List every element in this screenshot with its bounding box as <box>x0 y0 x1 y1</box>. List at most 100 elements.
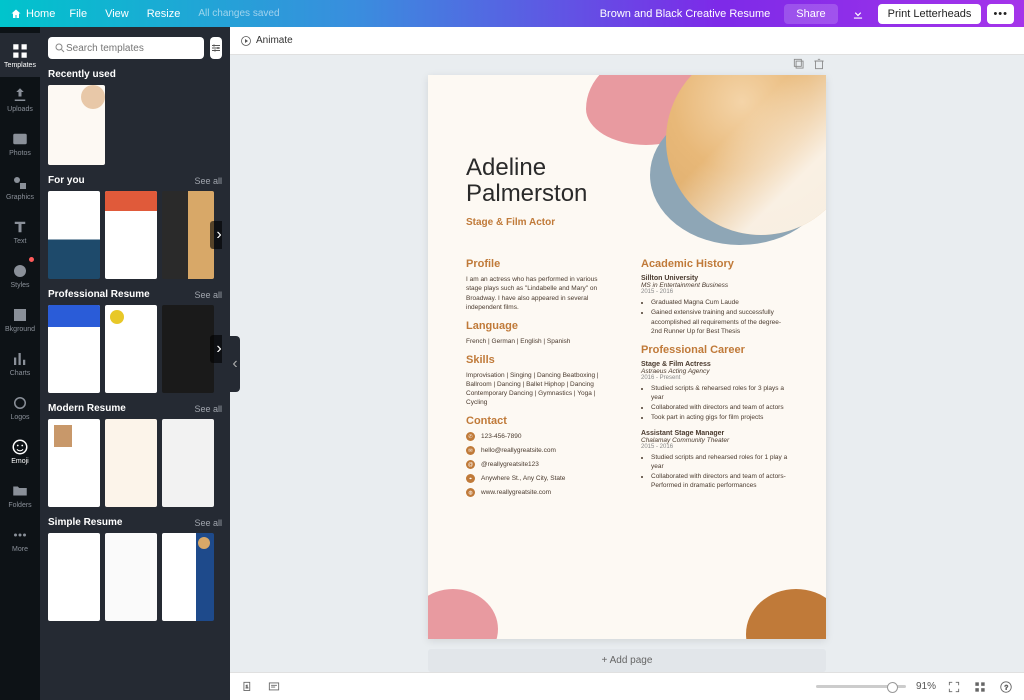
email-icon: ✉ <box>466 446 475 455</box>
template-thumb[interactable] <box>162 419 214 507</box>
fullscreen-icon <box>947 680 961 694</box>
filter-button[interactable] <box>210 37 222 59</box>
download-button[interactable] <box>846 4 870 24</box>
section-title: For you <box>48 175 85 186</box>
top-menu-bar: Home File View Resize All changes saved … <box>0 0 1024 27</box>
template-thumb[interactable] <box>105 419 157 507</box>
phone-icon: ✆ <box>466 432 475 441</box>
resize-menu[interactable]: Resize <box>147 8 181 20</box>
graphics-icon <box>11 174 29 192</box>
share-button[interactable]: Share <box>784 4 837 24</box>
add-page-button[interactable]: + Add page <box>428 649 826 672</box>
resume-page[interactable]: AdelinePalmerston Stage & Film Actor Pro… <box>428 75 826 639</box>
academic-school: Sillton University <box>641 275 790 282</box>
section-title: Modern Resume <box>48 403 126 414</box>
notes-icon <box>267 680 281 694</box>
grid-view-button[interactable] <box>972 679 988 695</box>
charts-icon <box>11 350 29 368</box>
contact-heading: Contact <box>466 415 615 427</box>
academic-bullets: Graduated Magna Cum Laude Gained extensi… <box>641 298 790 335</box>
print-button[interactable]: Print Letterheads <box>878 4 982 24</box>
zoom-label: 91% <box>916 681 936 692</box>
rail-photos[interactable]: Photos <box>0 121 40 165</box>
template-thumb[interactable] <box>48 85 105 165</box>
help-button[interactable]: ? <box>998 679 1014 695</box>
at-icon: @ <box>466 460 475 469</box>
carousel-next[interactable]: › <box>210 221 222 249</box>
document-title[interactable]: Brown and Black Creative Resume <box>600 8 771 20</box>
canvas-scroll[interactable]: AdelinePalmerston Stage & Film Actor Pro… <box>230 55 1024 672</box>
template-thumb[interactable] <box>105 305 157 393</box>
rail-templates[interactable]: Templates <box>0 33 40 77</box>
zoom-slider[interactable] <box>816 685 906 688</box>
template-thumb[interactable] <box>162 305 214 393</box>
search-input[interactable] <box>66 43 198 54</box>
template-thumb[interactable] <box>162 533 214 621</box>
section-for-you: For you See all › <box>48 175 222 279</box>
see-all-link[interactable]: See all <box>194 176 222 186</box>
duplicate-page-button[interactable] <box>792 57 806 71</box>
career1-title: Stage & Film Actress <box>641 361 790 368</box>
contact-phone: ✆123-456-7890 <box>466 432 615 441</box>
rail-charts[interactable]: Charts <box>0 341 40 385</box>
template-thumb[interactable] <box>48 533 100 621</box>
logos-icon <box>11 394 29 412</box>
see-all-link[interactable]: See all <box>194 290 222 300</box>
notes-button[interactable] <box>266 679 282 695</box>
rail-folders[interactable]: Folders <box>0 473 40 517</box>
fullscreen-button[interactable] <box>946 679 962 695</box>
bottom-bar: 1 91% ? <box>230 672 1024 700</box>
animate-button[interactable]: Animate <box>240 35 293 47</box>
see-all-link[interactable]: See all <box>194 518 222 528</box>
academic-dates: 2015 - 2016 <box>641 289 790 295</box>
template-thumb[interactable] <box>105 191 157 279</box>
rail-emoji[interactable]: Emoji <box>0 429 40 473</box>
contact-handle: @@reallygreatsite123 <box>466 460 615 469</box>
rail-styles[interactable]: Styles <box>0 253 40 297</box>
carousel-next[interactable]: › <box>210 335 222 363</box>
pages-icon: 1 <box>241 680 255 694</box>
more-button[interactable]: ••• <box>987 4 1014 24</box>
svg-text:1: 1 <box>246 684 249 689</box>
career2-dates: 2015 - 2016 <box>641 444 790 450</box>
section-modern: Modern Resume See all <box>48 403 222 507</box>
career-heading: Professional Career <box>641 344 790 356</box>
academic-degree: MS in Entertainment Business <box>641 282 790 289</box>
rail-background[interactable]: Bkground <box>0 297 40 341</box>
more-icon <box>11 526 29 544</box>
template-thumb[interactable] <box>48 305 100 393</box>
rail-text[interactable]: Text <box>0 209 40 253</box>
section-recently-used: Recently used <box>48 69 222 165</box>
duplicate-icon <box>792 57 806 71</box>
folders-icon <box>11 482 29 500</box>
canvas-area: Animate AdelinePalmerston Stage & Fil <box>230 27 1024 700</box>
career2-org: Chalamay Community Theater <box>641 437 790 444</box>
background-icon <box>11 306 29 324</box>
delete-page-button[interactable] <box>812 57 826 71</box>
text-icon <box>11 218 29 236</box>
resume-name: AdelinePalmerston <box>466 155 790 207</box>
left-icon-rail: Templates Uploads Photos Graphics Text S… <box>0 27 40 700</box>
template-thumb[interactable] <box>162 191 214 279</box>
template-thumb[interactable] <box>48 419 100 507</box>
template-thumb[interactable] <box>48 191 100 279</box>
file-menu[interactable]: File <box>69 8 87 20</box>
rail-graphics[interactable]: Graphics <box>0 165 40 209</box>
panel-collapse-toggle[interactable]: ‹ <box>230 336 240 392</box>
sliders-icon <box>210 42 222 54</box>
grid-icon <box>973 680 987 694</box>
template-thumb[interactable] <box>105 533 157 621</box>
animate-label: Animate <box>256 35 293 46</box>
home-button[interactable]: Home <box>10 8 55 20</box>
see-all-link[interactable]: See all <box>194 404 222 414</box>
search-box[interactable] <box>48 37 204 59</box>
section-professional: Professional Resume See all › <box>48 289 222 393</box>
section-title: Professional Resume <box>48 289 150 300</box>
rail-uploads[interactable]: Uploads <box>0 77 40 121</box>
rail-more[interactable]: More <box>0 517 40 561</box>
career1-org: Astraeus Acting Agency <box>641 368 790 375</box>
page-manager-button[interactable]: 1 <box>240 679 256 695</box>
rail-logos[interactable]: Logos <box>0 385 40 429</box>
uploads-icon <box>11 86 29 104</box>
view-menu[interactable]: View <box>105 8 129 20</box>
